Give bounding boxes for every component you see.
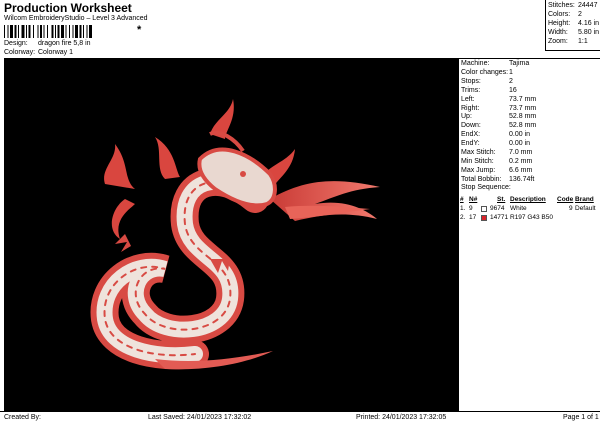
- thread-swatch: [481, 206, 487, 212]
- details-panel: Machine: Tajima Color changes:1 Stops: 2 Trim…: [458, 58, 600, 411]
- detail-row: Stops: 2: [461, 77, 513, 85]
- detail-row: Machine: Tajima: [461, 60, 530, 67]
- footer-page: Page 1 of 1: [563, 414, 599, 421]
- footer-printed: Printed: 24/01/2023 17:32:05: [356, 414, 447, 421]
- footer-created: Created By:: [4, 414, 41, 421]
- meta-label: Design:: [4, 40, 28, 47]
- detail-row: Max Stitch: 7.0 mm: [461, 149, 533, 156]
- fire-breath: [270, 181, 380, 221]
- summary-row: Zoom: 1:1: [548, 38, 588, 45]
- meta-value: Colorway 1: [38, 49, 74, 56]
- dragon-embroidery-image: [90, 99, 380, 370]
- meta-colorway: Colorway: Colorway 1: [4, 49, 73, 56]
- software-name: Wilcom EmbroideryStudio – Level 3 Advanc…: [4, 15, 148, 22]
- barcode-marker: *: [137, 24, 142, 36]
- thread-swatch: [481, 215, 487, 221]
- detail-row: EndY: 0.00 in: [461, 140, 531, 148]
- detail-row: Trims: 16: [461, 86, 517, 94]
- detail-row: Up: 52.8 mm: [461, 113, 537, 121]
- summary-row: Colors: 2: [548, 11, 582, 18]
- page-title: Production Worksheet: [4, 1, 132, 15]
- detail-row: Color changes:1: [461, 68, 513, 76]
- detail-row: Left: 73.7 mm: [461, 95, 537, 103]
- summary-row: Height: 4.16 in: [548, 20, 600, 27]
- detail-row: EndX: 0.00 in: [461, 131, 531, 139]
- detail-row: Min Stitch: 0.2 mm: [461, 157, 533, 165]
- summary-box: Stitches: 24447 Colors: 2 Height: 4.16 in W…: [545, 0, 600, 51]
- detail-row: Total Bobbin: 136.74ft: [461, 175, 535, 183]
- meta-value: dragon fire 5,8 in: [38, 40, 91, 47]
- footer: Created By: Last Saved: 24/01/2023 17:32…: [0, 411, 600, 425]
- meta-label: Colorway:: [4, 49, 36, 56]
- stop-sequence-label: Stop Sequence:: [461, 184, 511, 191]
- meta-design: Design: dragon fire 5,8 in: [4, 40, 91, 47]
- barcode: [4, 25, 92, 38]
- detail-row: Max Jump: 6.6 mm: [461, 166, 533, 174]
- design-preview: [4, 58, 458, 411]
- summary-row: Stitches: 24447: [548, 2, 598, 9]
- summary-row: Width: 5.80 in: [548, 29, 600, 36]
- footer-saved: Last Saved: 24/01/2023 17:32:02: [148, 414, 252, 421]
- detail-row: Right: 73.7 mm: [461, 104, 537, 112]
- detail-row: Down: 52.8 mm: [461, 122, 537, 130]
